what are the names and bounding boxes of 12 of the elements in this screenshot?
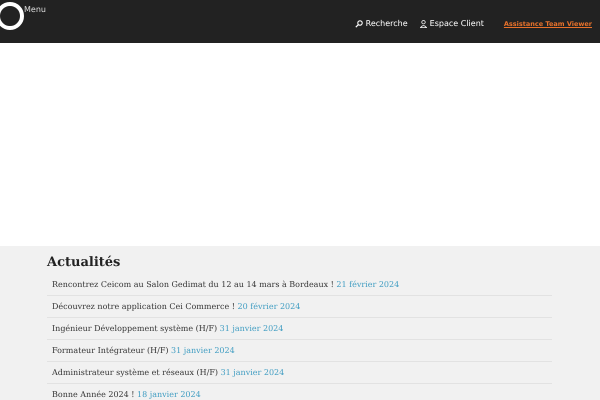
- client-area-link[interactable]: Espace Client: [420, 19, 484, 28]
- news-item[interactable]: Administrateur système et réseaux (H/F) 31 janvier 2024: [52, 368, 284, 377]
- search-icon: [354, 20, 363, 28]
- section-title: Actualités: [47, 255, 120, 270]
- news-item[interactable]: Bonne Année 2024 ! 18 janvier 2024: [52, 390, 201, 399]
- news-item[interactable]: Ingénieur Développement système (H/F) 31 janvier 2024: [52, 324, 284, 333]
- news-item[interactable]: Formateur Intégrateur (H/F) 31 janvier 2024: [52, 346, 235, 355]
- news-item[interactable]: Découvrez notre application Cei Commerce ! 20 février 2024: [52, 302, 300, 311]
- news-item[interactable]: Rencontrez Ceicom au Salon Gedimat du 12 au 14 mars à Bordeaux ! 21 février 2024: [52, 280, 400, 289]
- user-icon: [420, 20, 427, 28]
- menu-button[interactable]: Menu: [24, 5, 46, 14]
- search-link[interactable]: Recherche: [354, 19, 408, 28]
